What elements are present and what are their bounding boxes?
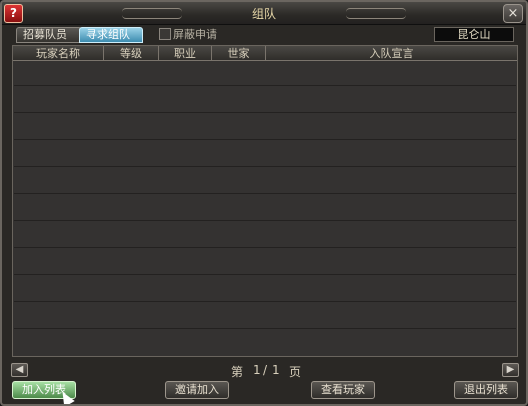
team-list-panel: 玩家名称 等级 职业 世家 入队宣言 (12, 45, 518, 357)
list-row-divider (14, 328, 516, 329)
right-arrow-icon[interactable]: ▶ (502, 363, 519, 377)
list-row-divider (14, 220, 516, 221)
list-row-divider (14, 112, 516, 113)
tab-recruit-members[interactable]: 招募队员 (16, 27, 82, 43)
list-row-divider (14, 247, 516, 248)
tab-seek-team[interactable]: 寻求组队 (79, 27, 143, 43)
col-level[interactable]: 等级 (104, 46, 159, 61)
block-requests-checkbox[interactable] (159, 28, 171, 40)
view-player-button[interactable]: 查看玩家 (311, 381, 375, 399)
list-row-divider (14, 301, 516, 302)
invite-join-button[interactable]: 邀请加入 (165, 381, 229, 399)
page-suffix: 页 (289, 365, 302, 379)
page-prefix: 第 (231, 365, 244, 379)
list-row-divider (14, 166, 516, 167)
block-requests-label: 屏蔽申请 (173, 28, 217, 41)
col-player-name[interactable]: 玩家名称 (13, 46, 104, 61)
close-button[interactable]: × (503, 4, 523, 23)
location-display: 昆仑山 (434, 27, 514, 42)
exit-list-button[interactable]: 退出列表 (454, 381, 518, 399)
page-sep: / (263, 363, 268, 377)
page-total: 1 (272, 363, 280, 377)
list-row-divider (14, 139, 516, 140)
list-row-divider (14, 274, 516, 275)
left-arrow-icon[interactable]: ◀ (11, 363, 28, 377)
list-row-divider (14, 193, 516, 194)
col-clan[interactable]: 世家 (212, 46, 266, 61)
window-title: 组队 (251, 7, 276, 21)
col-class[interactable]: 职业 (159, 46, 212, 61)
team-window: ? 组队 × 招募队员 寻求组队 屏蔽申请 昆仑山 玩家名称 等级 职业 世家 … (0, 0, 528, 406)
col-declaration[interactable]: 入队宣言 (266, 46, 517, 61)
title-bar[interactable]: ? 组队 × (2, 2, 526, 25)
list-row-divider (14, 85, 516, 86)
page-current: 1 (253, 363, 261, 377)
